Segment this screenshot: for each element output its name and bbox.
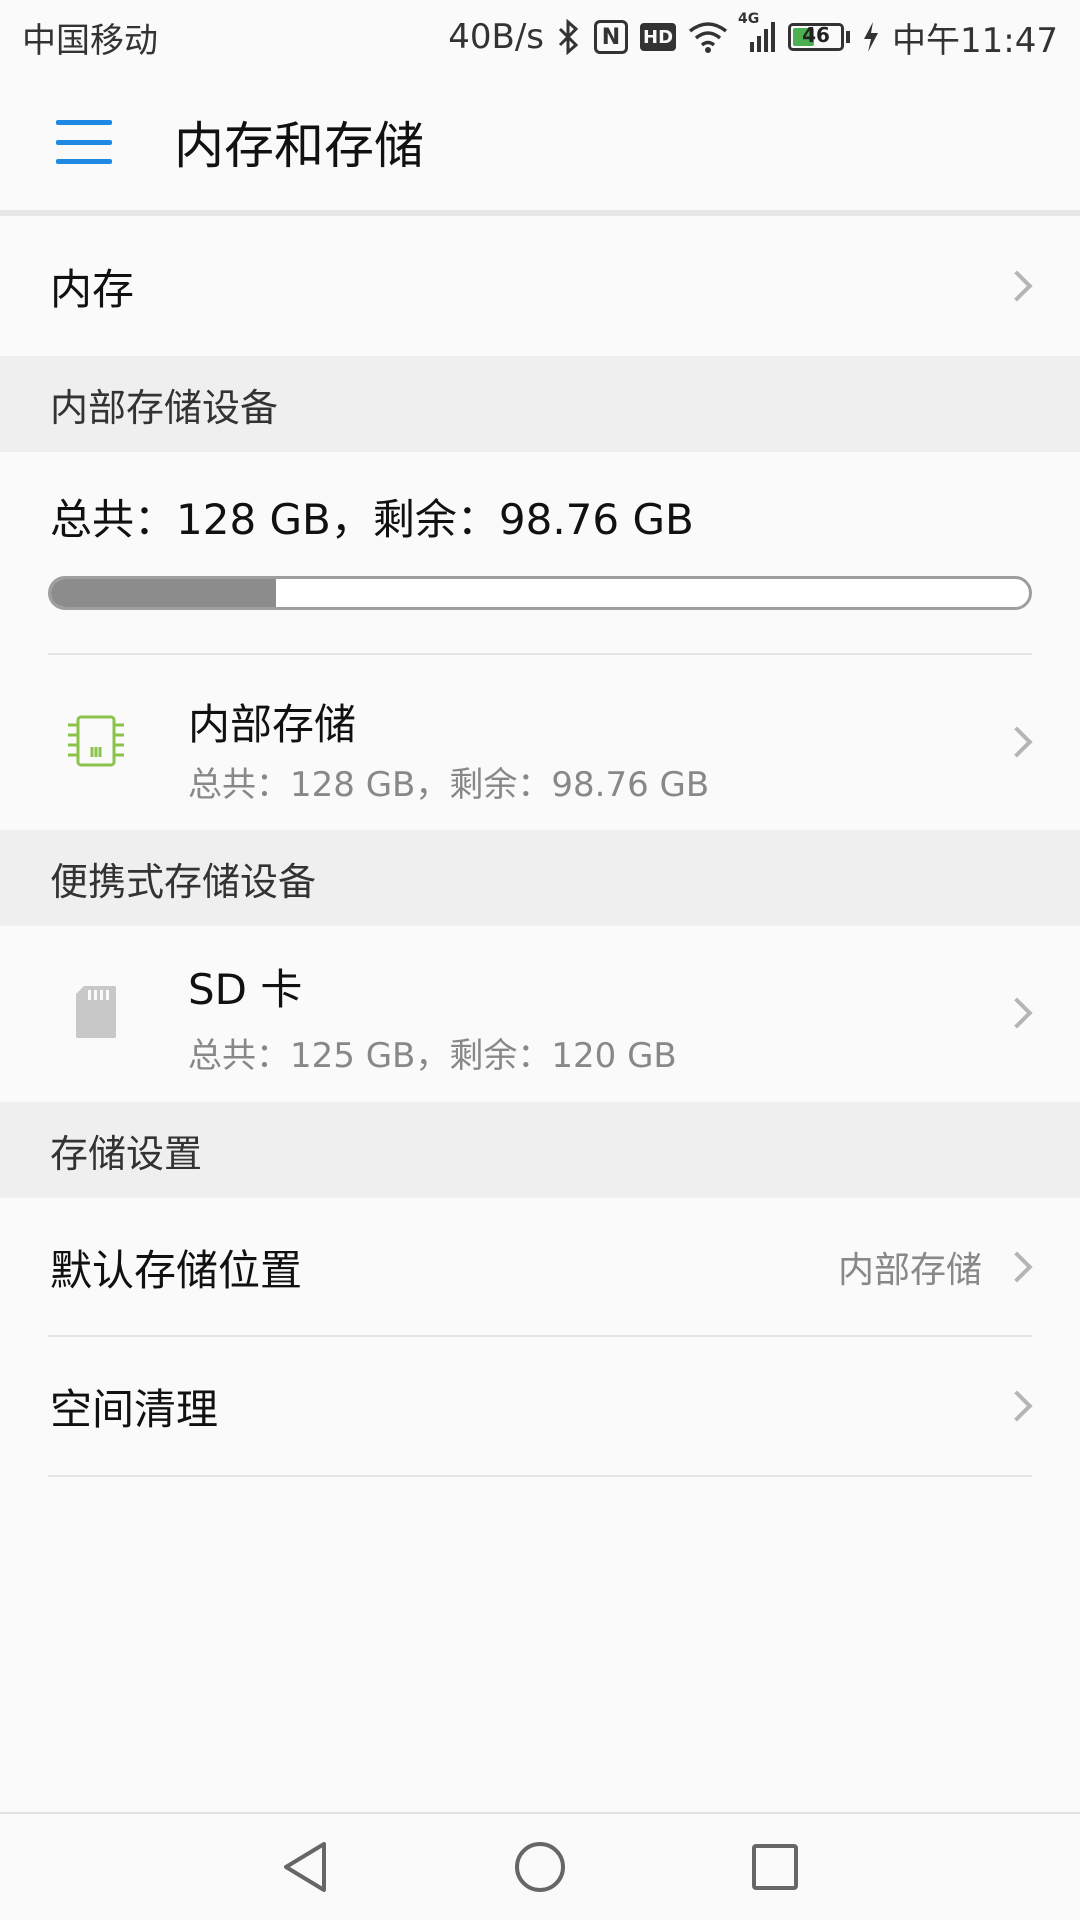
section-title: 存储设置: [50, 1131, 203, 1176]
status-icons: 40B/s N HD 4G 46 中午11:47: [448, 11, 1058, 62]
default-storage-location-row[interactable]: 默认存储位置 内部存储: [0, 1198, 1080, 1336]
battery-icon: 46: [788, 17, 851, 57]
charging-icon: [862, 17, 880, 57]
hd-icon: HD: [640, 23, 677, 51]
carrier-name: 中国移动: [22, 20, 158, 61]
internal-storage-title: 内部存储: [188, 700, 357, 749]
chevron-right-icon: [1001, 726, 1033, 758]
memory-row[interactable]: 内存: [0, 216, 1080, 356]
network-speed: 40B/s: [448, 17, 545, 57]
storage-usage-bar: [48, 576, 1032, 610]
sd-card-icon: [74, 984, 118, 1044]
storage-usage-fill: [51, 579, 276, 607]
space-cleanup-label: 空间清理: [50, 1384, 219, 1434]
space-cleanup-row[interactable]: 空间清理: [0, 1337, 1080, 1475]
chip-icon: [64, 711, 128, 775]
home-icon[interactable]: [510, 1837, 570, 1897]
wifi-icon: [688, 17, 728, 57]
storage-summary-text: 总共：128 GB，剩余：98.76 GB: [50, 495, 694, 544]
battery-level: 46: [802, 23, 830, 47]
sd-card-subtitle: 总共：125 GB，剩余：120 GB: [188, 1036, 677, 1076]
app-bar: 内存和存储: [0, 74, 1080, 210]
navigation-bar: [0, 1812, 1080, 1920]
section-header-internal: 内部存储设备: [0, 356, 1080, 452]
chevron-right-icon: [1001, 270, 1033, 302]
chevron-right-icon: [1001, 997, 1033, 1029]
bluetooth-icon: [556, 17, 582, 57]
chevron-right-icon: [1001, 1251, 1033, 1283]
section-title: 便携式存储设备: [50, 859, 317, 904]
section-header-settings: 存储设置: [0, 1102, 1080, 1198]
default-storage-location-value: 内部存储: [837, 1250, 982, 1291]
memory-label: 内存: [50, 264, 135, 314]
internal-storage-subtitle: 总共：128 GB，剩余：98.76 GB: [188, 765, 710, 805]
network-type-label: 4G: [738, 11, 760, 27]
back-icon[interactable]: [275, 1837, 335, 1897]
default-storage-location-label: 默认存储位置: [50, 1245, 303, 1295]
menu-icon[interactable]: [56, 120, 112, 164]
sd-card-title: SD 卡: [188, 965, 303, 1014]
divider: [48, 1475, 1032, 1477]
clock: 中午11:47: [892, 20, 1058, 61]
section-header-portable: 便携式存储设备: [0, 830, 1080, 926]
recent-apps-icon[interactable]: [745, 1837, 805, 1897]
storage-summary: [0, 452, 1080, 654]
section-title: 内部存储设备: [50, 385, 279, 430]
status-bar: 中国移动 40B/s N HD 4G 46 中午11:47: [0, 0, 1080, 74]
internal-storage-item[interactable]: 内部存储 总共：128 GB，剩余：98.76 GB: [0, 655, 1080, 830]
sd-card-item[interactable]: SD 卡 总共：125 GB，剩余：120 GB: [0, 926, 1080, 1102]
nfc-icon: N: [594, 20, 629, 54]
chevron-right-icon: [1001, 1390, 1033, 1422]
cellular-signal-icon: 4G: [738, 11, 776, 57]
page-title: 内存和存储: [174, 117, 424, 175]
